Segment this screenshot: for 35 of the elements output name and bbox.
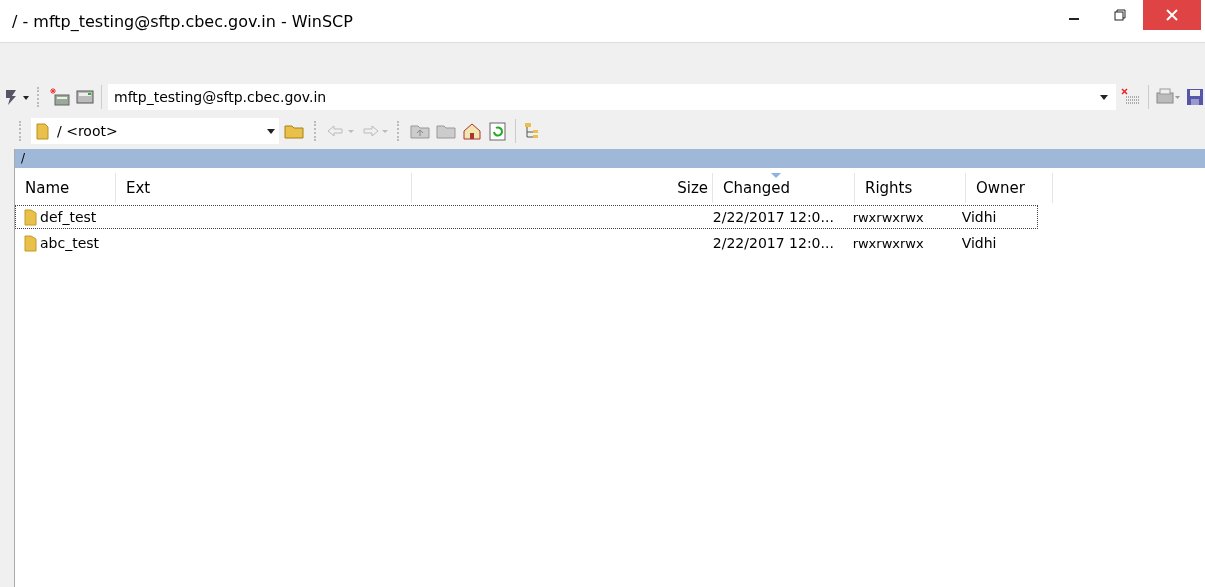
minimize-icon bbox=[1069, 18, 1079, 20]
location-dropdown[interactable]: / <root> bbox=[31, 118, 279, 144]
modified-date: 2/22/2017 12:0... bbox=[711, 234, 835, 253]
folder-icon bbox=[24, 208, 38, 226]
new-session-icon[interactable] bbox=[49, 87, 71, 107]
column-header[interactable]: Ext bbox=[116, 173, 412, 203]
column-header[interactable]: Name bbox=[15, 173, 116, 203]
home-icon[interactable] bbox=[461, 121, 483, 141]
path-bar: / bbox=[15, 149, 1205, 168]
caret-icon bbox=[1100, 93, 1108, 101]
disconnect-icon[interactable] bbox=[1120, 87, 1142, 107]
modified-date: 2/22/2017 12:0... bbox=[711, 208, 835, 227]
refresh-icon[interactable] bbox=[487, 121, 509, 141]
close-icon bbox=[1166, 9, 1178, 21]
rights-cell-text: rwxrwxrwx bbox=[851, 234, 925, 253]
file-row[interactable]: abc_test 2/22/2017 12:0... rwxrwxrwx Vidhi bbox=[15, 231, 1038, 255]
column-header[interactable]: Owner bbox=[966, 173, 1053, 203]
lightning-icon[interactable] bbox=[4, 87, 18, 107]
column-header[interactable]: Changed bbox=[713, 173, 855, 203]
column-header[interactable]: Size bbox=[412, 173, 713, 203]
file-row[interactable]: def_test 2/22/2017 12:0... rwxrwxrwx Vidhi bbox=[15, 205, 1038, 229]
restore-icon bbox=[1114, 9, 1126, 21]
rights-cell-text: rwxrwxrwx bbox=[851, 208, 925, 227]
folder-icon bbox=[24, 234, 38, 252]
column-header[interactable]: Rights bbox=[855, 173, 966, 203]
caret-icon bbox=[267, 127, 275, 135]
save-icon[interactable] bbox=[1185, 87, 1205, 107]
file-name: def_test bbox=[40, 209, 97, 225]
sessions-icon[interactable] bbox=[75, 87, 95, 107]
close-button[interactable] bbox=[1143, 0, 1201, 30]
file-name: abc_test bbox=[40, 235, 100, 251]
session-field[interactable]: mftp_testing@sftp.cbec.gov.in bbox=[108, 84, 1116, 110]
owner-cell-text: Vidhi bbox=[960, 208, 998, 227]
owner-cell-text: Vidhi bbox=[960, 234, 998, 253]
window-title: / - mftp_testing@sftp.cbec.gov.in - WinSCP bbox=[12, 11, 353, 31]
